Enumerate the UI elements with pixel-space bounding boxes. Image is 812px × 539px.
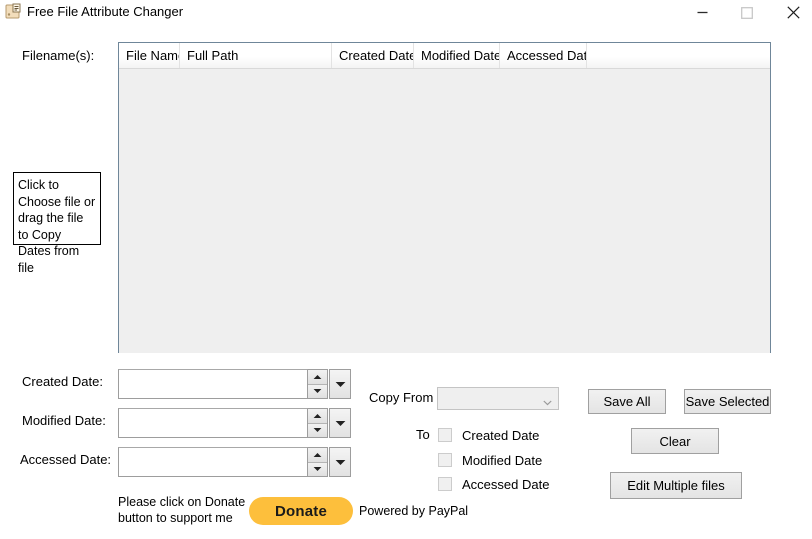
filenames-label: Filename(s): (22, 48, 95, 63)
file-list-column-header[interactable]: Full Path (180, 43, 332, 68)
edit-multiple-files-button[interactable]: Edit Multiple files (610, 472, 742, 499)
chevron-down-icon (335, 416, 346, 430)
close-button[interactable] (770, 0, 812, 25)
created-date-dropdown-button[interactable] (329, 369, 351, 399)
modified-date-dropdown-button[interactable] (329, 408, 351, 438)
powered-by-paypal-text: Powered by PayPal (359, 504, 469, 518)
app-icon (5, 3, 22, 20)
created-date-label: Created Date: (22, 374, 103, 389)
maximize-icon (741, 6, 753, 19)
chevron-down-icon (335, 455, 346, 469)
choose-file-dropzone[interactable]: Click to Choose file or drag the file to… (13, 172, 101, 275)
spinner-down-icon[interactable] (308, 423, 327, 437)
donate-hint-line1: Please click on Donate (118, 495, 246, 509)
checkbox-icon[interactable] (438, 453, 452, 467)
minimize-icon (697, 11, 707, 14)
minimize-button[interactable] (679, 0, 725, 25)
spinner-up-icon[interactable] (308, 409, 327, 424)
checkbox-label: Accessed Date (462, 476, 550, 492)
window-title: Free File Attribute Changer (27, 4, 184, 19)
file-list-column-header[interactable]: File Name (119, 43, 180, 68)
created-date-spinner[interactable] (308, 369, 328, 399)
save-selected-button[interactable]: Save Selected (684, 389, 771, 414)
save-all-button[interactable]: Save All (588, 389, 666, 414)
file-list-header: File Name Full Path Created Date Modified D… (119, 43, 770, 69)
modified-date-input[interactable] (118, 408, 308, 438)
modified-date-label: Modified Date: (22, 413, 106, 428)
chevron-down-icon (543, 395, 552, 409)
accessed-date-input[interactable] (118, 447, 308, 477)
spinner-down-icon[interactable] (308, 384, 327, 398)
to-label: To (416, 427, 430, 442)
created-date-input[interactable] (118, 369, 308, 399)
donate-hint-line2: button to support me (118, 511, 233, 525)
donate-button[interactable]: Donate (249, 497, 353, 525)
checkbox-row[interactable]: Created Date (438, 426, 539, 444)
checkbox-label: Created Date (462, 427, 540, 443)
file-list-column-header[interactable]: Modified Date (414, 43, 500, 68)
clear-button[interactable]: Clear (631, 428, 719, 454)
file-list-column-header[interactable] (587, 43, 770, 68)
file-list-column-header[interactable]: Created Date (332, 43, 414, 68)
file-list-body[interactable] (119, 69, 770, 353)
file-list[interactable]: File Name Full Path Created Date Modified D… (118, 42, 771, 353)
donate-hint-text: Please click on Donate button to support… (118, 494, 245, 526)
maximize-button[interactable] (724, 0, 770, 25)
checkbox-row[interactable]: Modified Date (438, 451, 542, 469)
accessed-date-spinner[interactable] (308, 447, 328, 477)
checkbox-icon[interactable] (438, 477, 452, 491)
accessed-date-label: Accessed Date: (20, 452, 112, 467)
spinner-up-icon[interactable] (308, 370, 327, 385)
close-icon (786, 6, 800, 19)
title-bar: Free File Attribute Changer (0, 0, 812, 26)
modified-date-spinner[interactable] (308, 408, 328, 438)
file-list-column-header[interactable]: Accessed Date (500, 43, 587, 68)
spinner-down-icon[interactable] (308, 462, 327, 476)
spinner-up-icon[interactable] (308, 448, 327, 463)
checkbox-row[interactable]: Accessed Date (438, 475, 549, 493)
checkbox-label: Modified Date (462, 452, 543, 468)
chevron-down-icon (335, 377, 346, 391)
checkbox-icon[interactable] (438, 428, 452, 442)
copy-from-label: Copy From (369, 390, 434, 405)
copy-from-combobox[interactable] (437, 387, 559, 410)
accessed-date-dropdown-button[interactable] (329, 447, 351, 477)
